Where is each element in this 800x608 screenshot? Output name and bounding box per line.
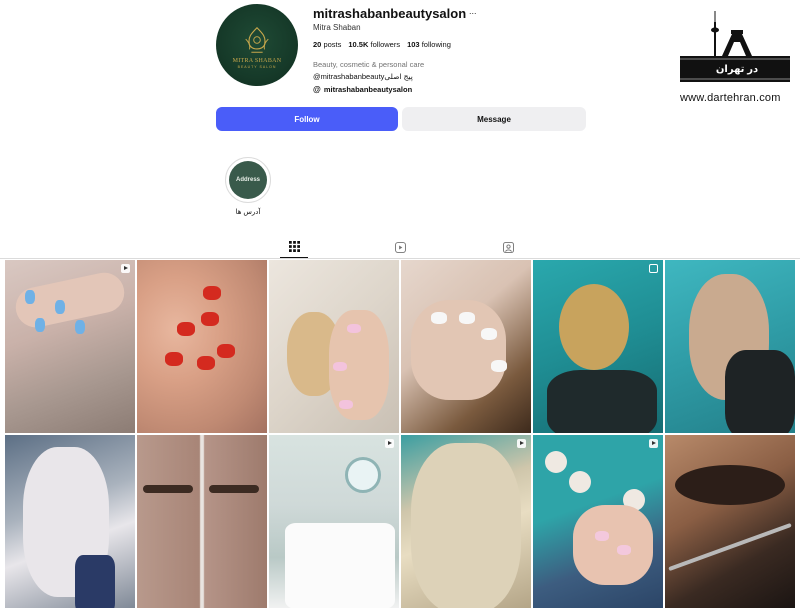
profile-username: mitrashabanbeautysalon xyxy=(313,6,467,21)
threads-handle: mitrashabanbeautysalon xyxy=(323,85,413,94)
post-tile[interactable] xyxy=(269,435,399,608)
highlight-label: آدرس ها xyxy=(235,209,261,216)
post-tile[interactable] xyxy=(665,435,795,608)
message-button[interactable]: Message xyxy=(402,107,586,131)
post-tile[interactable] xyxy=(401,260,531,433)
tab-reels[interactable] xyxy=(386,236,414,258)
following-stat[interactable]: 103 following xyxy=(407,40,451,49)
carousel-badge-icon xyxy=(649,264,658,273)
reel-badge-icon xyxy=(649,439,658,448)
post-tile[interactable] xyxy=(137,435,267,608)
posts-stat: 20 posts xyxy=(313,40,341,49)
highlight-cover: Address xyxy=(229,161,267,199)
tab-tagged[interactable] xyxy=(494,236,522,258)
follow-button[interactable]: Follow xyxy=(216,107,398,131)
salon-logo-icon xyxy=(245,26,269,53)
posts-label: posts xyxy=(323,40,342,49)
threads-link[interactable]: @ mitrashabanbeautysalon xyxy=(313,85,412,94)
reel-badge-icon xyxy=(385,439,394,448)
followers-stat[interactable]: 10.5K followers xyxy=(348,40,400,49)
story-highlight[interactable]: Address xyxy=(225,157,271,203)
post-tile[interactable] xyxy=(665,260,795,433)
followers-count: 10.5K xyxy=(348,40,369,49)
followers-label: followers xyxy=(370,40,401,49)
avatar-brand-text: MITRA SHABAN xyxy=(232,57,282,64)
post-tile[interactable] xyxy=(5,260,135,433)
reels-icon xyxy=(394,241,406,253)
avatar-brand-subtext: BEAUTY SALON xyxy=(237,64,277,69)
profile-category: Beauty, cosmetic & personal care xyxy=(313,60,425,69)
following-count: 103 xyxy=(407,40,420,49)
watermark-url: www.dartehran.com xyxy=(680,92,781,104)
reel-badge-icon xyxy=(517,439,526,448)
profile-bio[interactable]: @mitrashabanbeautyپیج اصلی xyxy=(313,72,413,81)
more-options-icon[interactable]: ... xyxy=(469,6,477,16)
threads-icon: @ xyxy=(313,85,321,94)
tab-posts[interactable] xyxy=(280,236,308,258)
post-tile[interactable] xyxy=(401,435,531,608)
post-grid xyxy=(5,260,797,608)
profile-stats: 20 posts 10.5K followers 103 following xyxy=(313,40,451,49)
post-tile[interactable] xyxy=(533,260,663,433)
profile-full-name: Mitra Shaban xyxy=(313,23,361,32)
tab-divider xyxy=(0,258,800,259)
grid-icon xyxy=(288,241,300,252)
post-tile[interactable] xyxy=(533,435,663,608)
post-tile[interactable] xyxy=(5,435,135,608)
posts-count: 20 xyxy=(313,40,322,49)
tagged-icon xyxy=(502,241,514,253)
watermark-text: در تهران xyxy=(715,64,759,75)
profile-avatar[interactable]: MITRA SHABAN BEAUTY SALON xyxy=(216,4,298,86)
reel-badge-icon xyxy=(121,264,130,273)
post-tile[interactable] xyxy=(137,260,267,433)
following-label: following xyxy=(421,40,451,49)
post-tile[interactable] xyxy=(269,260,399,433)
